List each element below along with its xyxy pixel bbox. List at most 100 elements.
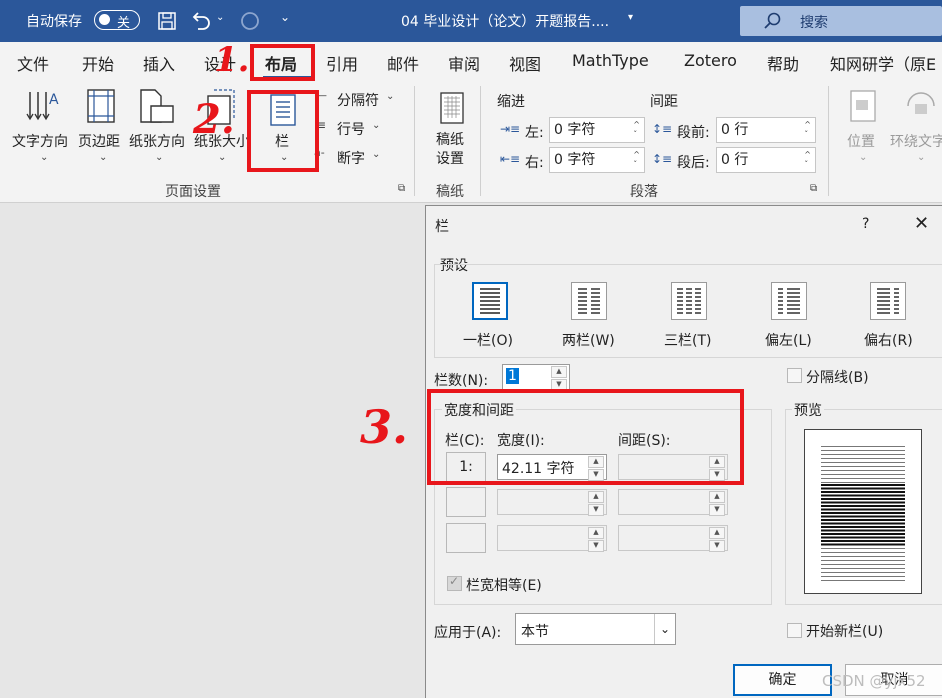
apply-to-value: 本节 bbox=[521, 624, 549, 640]
chevron-down-icon: ⌄ bbox=[386, 91, 395, 102]
tab-insert[interactable]: 插入 bbox=[143, 51, 175, 75]
text-direction-icon: A bbox=[26, 92, 59, 121]
breaks-button[interactable]: 分隔符 bbox=[337, 90, 379, 110]
customize-toolbar-icon[interactable]: ⌄ bbox=[280, 10, 290, 24]
document-title[interactable]: 04 毕业设计（论文）开题报告.... bbox=[401, 11, 609, 31]
page-setup-launcher-icon[interactable]: ⧉ bbox=[398, 183, 405, 194]
chevron-down-icon[interactable]: ⌄ bbox=[654, 614, 675, 644]
annotation-step-3: 3. bbox=[360, 400, 409, 454]
position-button[interactable]: 位置 bbox=[847, 131, 875, 151]
tab-file[interactable]: 文件 bbox=[17, 51, 49, 75]
ribbon: A 文字方向 ⌄ 页边距 ⌄ 纸张方向 ⌄ 纸张大小 ⌄ 栏 ⌄ ⫶⊢ 分隔符 … bbox=[0, 80, 942, 203]
indent-right-spinner[interactable]: 0 字符 ^ ˇ bbox=[549, 147, 645, 173]
undo-dropdown-icon[interactable]: ⌄ bbox=[216, 12, 224, 23]
spinner-arrows-icon[interactable]: ^ ˇ bbox=[633, 150, 640, 170]
margins-button[interactable]: 页边距 bbox=[78, 131, 120, 151]
spinner-arrows-icon: ▲ ▼ bbox=[588, 491, 604, 516]
text-direction-button[interactable]: 文字方向 bbox=[12, 131, 68, 151]
help-button[interactable]: ? bbox=[862, 216, 869, 232]
preview-page bbox=[804, 429, 922, 594]
left-column-icon bbox=[778, 288, 800, 314]
preset-one-label[interactable]: 一栏(O) bbox=[463, 330, 513, 350]
draft-paper-settings-button[interactable]: 稿纸 设置 bbox=[436, 131, 464, 169]
group-divider bbox=[480, 86, 481, 196]
line-between-checkbox[interactable] bbox=[787, 368, 802, 383]
spacing-before-spinner[interactable]: 0 行 ^ ˇ bbox=[716, 117, 816, 143]
preview-text-below bbox=[821, 548, 905, 582]
redo-icon[interactable] bbox=[239, 10, 261, 32]
spinner-arrows-icon: ▲ ▼ bbox=[709, 491, 725, 516]
preset-two-columns[interactable] bbox=[571, 282, 607, 320]
tab-mailings[interactable]: 邮件 bbox=[387, 51, 419, 75]
preset-two-label[interactable]: 两栏(W) bbox=[562, 330, 615, 350]
hyphenation-button[interactable]: 断字 bbox=[337, 148, 365, 168]
tab-review[interactable]: 审阅 bbox=[448, 51, 480, 75]
line-numbers-button[interactable]: 行号 bbox=[337, 119, 365, 139]
equal-width-checkbox[interactable]: ✓ bbox=[447, 574, 462, 591]
title-dropdown-icon[interactable]: ▾ bbox=[628, 12, 633, 23]
undo-icon[interactable] bbox=[190, 11, 212, 31]
preview-section bbox=[821, 484, 905, 546]
paragraph-group-label: 段落 bbox=[630, 184, 658, 200]
three-columns-icon bbox=[677, 288, 701, 314]
position-icon bbox=[850, 90, 876, 122]
indent-left-label: 左: bbox=[525, 125, 544, 141]
preset-three-label[interactable]: 三栏(T) bbox=[664, 330, 711, 350]
tab-view[interactable]: 视图 bbox=[509, 51, 541, 75]
spinner-arrows-icon: ▲ ▼ bbox=[588, 527, 604, 552]
indent-left-icon: ⇥≡ bbox=[500, 122, 521, 136]
num-columns-value[interactable]: 1 bbox=[506, 368, 519, 384]
spinner-arrows-icon[interactable]: ^ ˇ bbox=[804, 150, 811, 170]
chevron-down-icon: ⌄ bbox=[917, 152, 926, 163]
equal-width-label: 栏宽相等(E) bbox=[466, 578, 542, 594]
num-columns-spinner[interactable]: 1 ▲ ▼ bbox=[502, 364, 570, 391]
autosave-toggle[interactable]: 关 bbox=[94, 10, 140, 31]
spacing-after-value: 0 行 bbox=[721, 152, 749, 168]
draft-group-label: 稿纸 bbox=[436, 184, 464, 200]
spacing-label: 间距 bbox=[650, 94, 678, 110]
paragraph-launcher-icon[interactable]: ⧉ bbox=[810, 183, 817, 194]
preset-left[interactable] bbox=[771, 282, 807, 320]
preset-right-label[interactable]: 偏右(R) bbox=[864, 330, 913, 350]
spacing-after-spinner[interactable]: 0 行 ^ ˇ bbox=[716, 147, 816, 173]
close-icon[interactable]: ✕ bbox=[914, 213, 929, 234]
row3-spacing-spinner: ▲ ▼ bbox=[618, 525, 728, 552]
tab-references[interactable]: 引用 bbox=[326, 51, 358, 75]
search-box[interactable]: 搜索 bbox=[740, 6, 942, 36]
orientation-icon bbox=[140, 89, 174, 123]
start-new-column-label: 开始新栏(U) bbox=[806, 624, 884, 640]
indent-left-spinner[interactable]: 0 字符 ^ ˇ bbox=[549, 117, 645, 143]
dialog-title: 栏 bbox=[435, 219, 449, 235]
row2-width-spinner: ▲ ▼ bbox=[497, 489, 607, 516]
start-new-column-checkbox[interactable] bbox=[787, 623, 802, 638]
apply-to-label: 应用于(A): bbox=[434, 625, 502, 641]
chevron-down-icon: ⌄ bbox=[372, 120, 381, 131]
page-setup-group-label: 页面设置 bbox=[165, 184, 221, 200]
spinner-arrows-icon[interactable]: ^ ˇ bbox=[804, 120, 811, 140]
spacing-after-label: 段后: bbox=[677, 155, 710, 171]
preset-three-columns[interactable] bbox=[671, 282, 707, 320]
tab-home[interactable]: 开始 bbox=[82, 51, 114, 75]
tab-mathtype[interactable]: MathType bbox=[572, 51, 649, 70]
preset-right[interactable] bbox=[870, 282, 906, 320]
preset-one-column[interactable] bbox=[472, 282, 508, 320]
indent-label: 缩进 bbox=[497, 94, 525, 110]
tab-zotero[interactable]: Zotero bbox=[684, 51, 737, 70]
apply-to-select[interactable]: 本节 ⌄ bbox=[515, 613, 676, 645]
spinner-arrows-icon[interactable]: ^ ˇ bbox=[633, 120, 640, 140]
save-icon[interactable] bbox=[157, 11, 177, 31]
wrap-text-button[interactable]: 环绕文字 bbox=[890, 131, 942, 151]
spacing-before-icon: ↕≡ bbox=[652, 122, 673, 136]
indent-right-value: 0 字符 bbox=[554, 152, 596, 168]
ok-button[interactable]: 确定 bbox=[733, 664, 832, 696]
search-label: 搜索 bbox=[800, 15, 828, 31]
tab-help[interactable]: 帮助 bbox=[767, 51, 799, 75]
row3-column-number bbox=[446, 523, 486, 553]
indent-left-value: 0 字符 bbox=[554, 122, 596, 138]
orientation-button[interactable]: 纸张方向 bbox=[129, 131, 185, 151]
chevron-down-icon: ⌄ bbox=[859, 152, 868, 163]
one-column-icon bbox=[480, 288, 500, 314]
preset-left-label[interactable]: 偏左(L) bbox=[765, 330, 812, 350]
tab-cnki[interactable]: 知网研学（原E bbox=[830, 51, 936, 75]
spinner-arrows-icon[interactable]: ▲ ▼ bbox=[551, 366, 567, 391]
